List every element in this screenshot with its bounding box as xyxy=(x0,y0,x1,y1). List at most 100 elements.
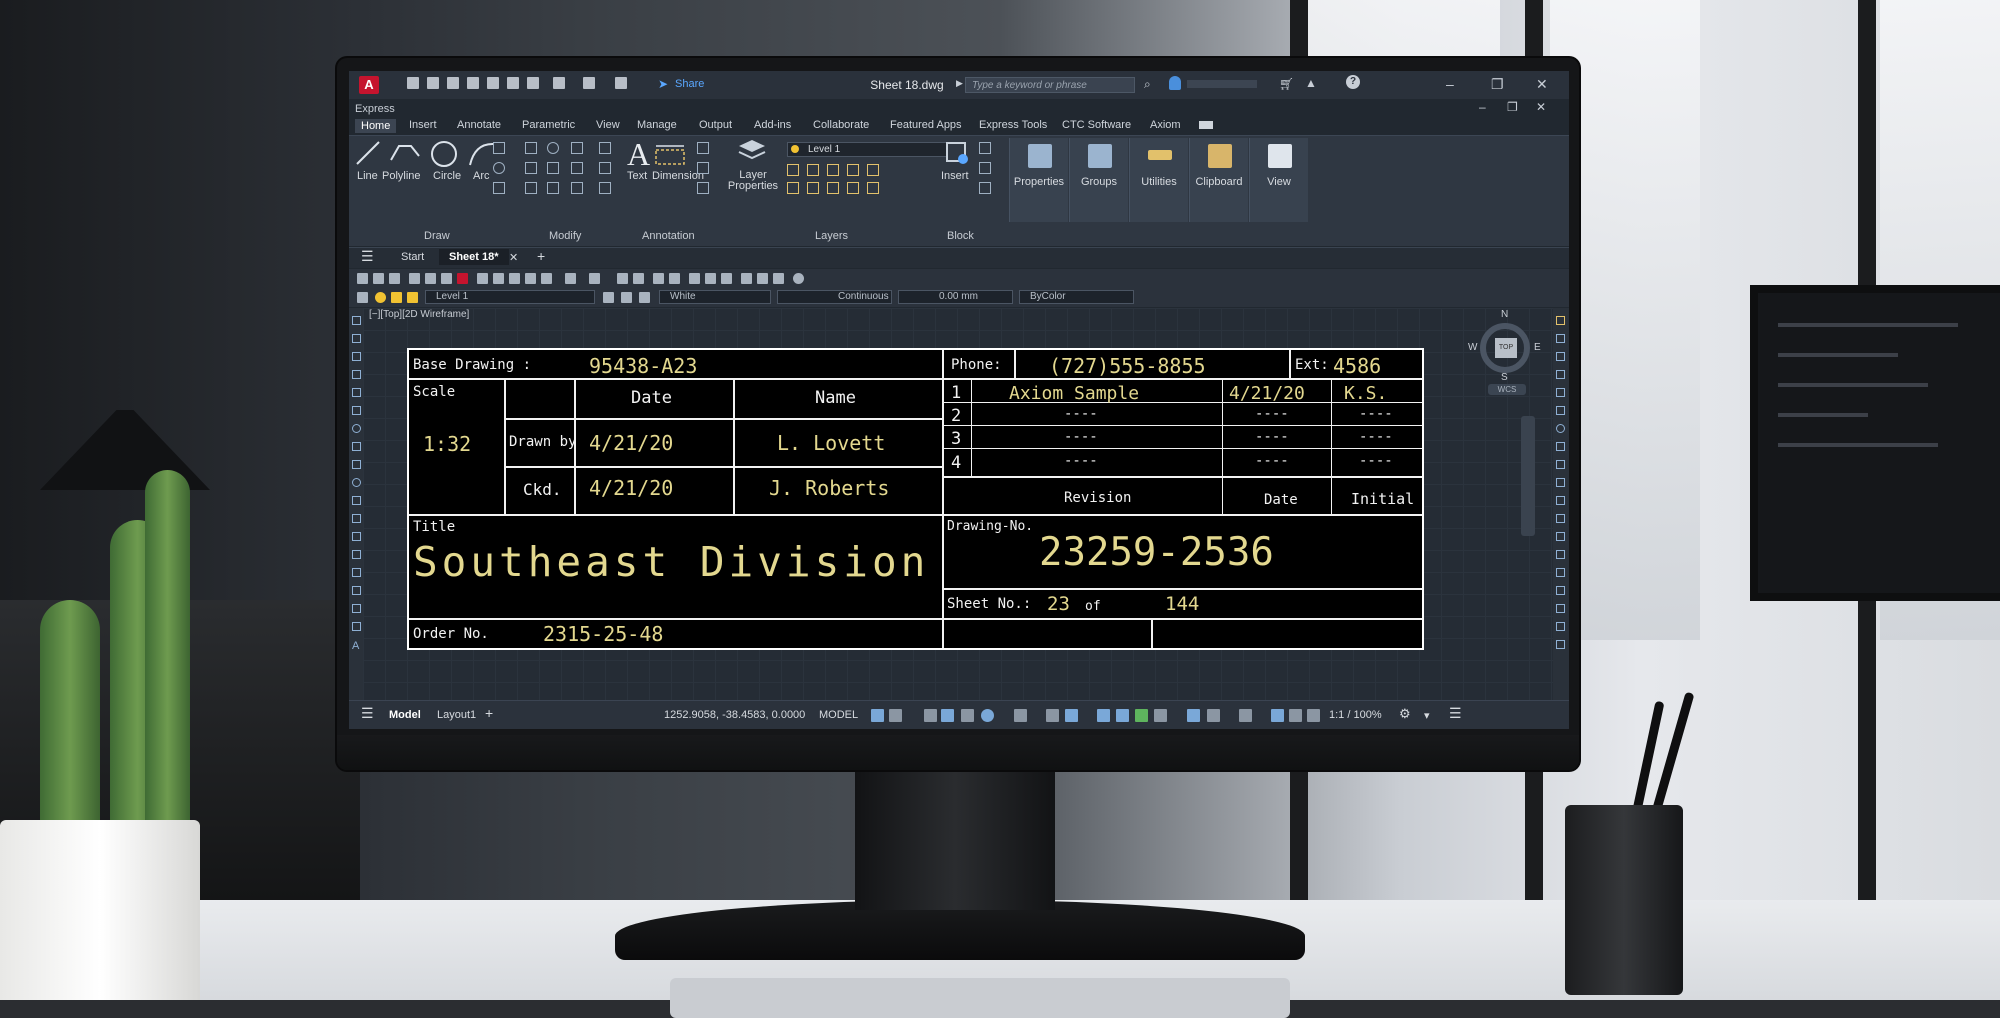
toolbar-icon[interactable] xyxy=(477,273,488,284)
save-icon[interactable] xyxy=(447,77,459,89)
polyline-button[interactable]: Polyline xyxy=(382,170,421,182)
toolbar-icon[interactable] xyxy=(757,273,768,284)
group-draw[interactable]: Draw xyxy=(424,230,450,242)
layer-tool-icon[interactable] xyxy=(867,164,879,176)
close-icon[interactable]: ✕ xyxy=(1536,76,1548,93)
polyline-icon[interactable] xyxy=(389,142,421,164)
save-web-icon[interactable] xyxy=(507,77,519,89)
trim-icon[interactable] xyxy=(1556,478,1565,487)
new-tab-icon[interactable]: + xyxy=(537,248,545,264)
units-icon[interactable] xyxy=(1207,709,1220,722)
undo-icon[interactable] xyxy=(565,273,576,284)
viewcube[interactable]: TOP N S E W WCS xyxy=(1468,308,1548,395)
chevron-right-icon[interactable]: ▶ xyxy=(956,78,963,89)
view-panel[interactable]: View xyxy=(1249,138,1308,222)
move-icon[interactable] xyxy=(525,142,537,154)
wcs-menu[interactable]: WCS xyxy=(1488,384,1526,395)
toolbar-icon[interactable] xyxy=(493,273,504,284)
share-icon[interactable]: ➤ xyxy=(658,77,668,91)
lineweight-icon[interactable] xyxy=(1097,709,1110,722)
gradient-icon[interactable] xyxy=(352,586,361,595)
fillet-icon[interactable] xyxy=(571,162,583,174)
tab-axiom[interactable]: Axiom xyxy=(1150,119,1181,131)
compass-east[interactable]: E xyxy=(1534,342,1541,353)
layer-on-icon[interactable] xyxy=(375,292,386,303)
snap-icon[interactable] xyxy=(889,709,902,722)
copy-icon[interactable] xyxy=(525,162,537,174)
search-input[interactable]: Type a keyword or phrase xyxy=(965,77,1135,93)
compass-west[interactable]: W xyxy=(1468,342,1477,353)
lineweight-select[interactable]: 0.00 mm xyxy=(898,290,1013,304)
hatch-icon[interactable] xyxy=(352,568,361,577)
tab-manage[interactable]: Manage xyxy=(637,119,677,131)
title-block[interactable]: Base Drawing : 95438-A23 Phone: (727)555… xyxy=(407,348,1424,650)
layer-tool-icon[interactable] xyxy=(847,164,859,176)
tab-express-tools[interactable]: Express Tools xyxy=(979,119,1047,131)
hatch-icon[interactable] xyxy=(493,182,505,194)
coordinates-readout[interactable]: 1252.9058, -38.4583, 0.0000 xyxy=(664,709,805,721)
blend-icon[interactable] xyxy=(1556,586,1565,595)
doc-minimize-icon[interactable]: – xyxy=(1479,100,1486,114)
tab-model[interactable]: Model xyxy=(389,709,421,721)
insert-block-icon[interactable] xyxy=(944,140,970,166)
line-button[interactable]: Line xyxy=(357,170,378,182)
explode-icon[interactable] xyxy=(599,162,611,174)
autodesk-a360-icon[interactable]: ▲ xyxy=(1305,76,1317,90)
layer-tool-icon[interactable] xyxy=(827,164,839,176)
close-tab-icon[interactable]: ✕ xyxy=(509,251,518,264)
construction-line-icon[interactable] xyxy=(352,334,361,343)
toolbar-icon[interactable] xyxy=(1556,622,1565,631)
ellipse-arc-icon[interactable] xyxy=(352,496,361,505)
open-file-icon[interactable] xyxy=(427,77,439,89)
copy-icon[interactable] xyxy=(1556,334,1565,343)
layer-tool-icon[interactable] xyxy=(807,182,819,194)
tab-insert[interactable]: Insert xyxy=(409,119,437,131)
dynamic-input-icon[interactable] xyxy=(941,709,954,722)
line-icon[interactable] xyxy=(352,316,361,325)
erase-icon[interactable] xyxy=(1556,316,1565,325)
tab-home[interactable]: Home xyxy=(355,119,397,133)
region-icon[interactable] xyxy=(352,604,361,613)
layer-properties-button[interactable]: Layer Properties xyxy=(727,170,779,192)
open-web-icon[interactable] xyxy=(487,77,499,89)
color-select[interactable]: White xyxy=(659,290,771,304)
group-layers[interactable]: Layers xyxy=(815,230,848,242)
cart-icon[interactable]: 🛒︎ xyxy=(1279,77,1294,91)
share-button[interactable]: Share xyxy=(675,78,704,90)
viewport-controls[interactable]: [−][Top][2D Wireframe] xyxy=(369,309,469,320)
quick-properties-icon[interactable] xyxy=(1239,709,1252,722)
redo-icon[interactable] xyxy=(589,273,600,284)
tab-parametric[interactable]: Parametric xyxy=(522,119,575,131)
menu-icon[interactable]: ☰ xyxy=(361,248,374,265)
rectangle-icon[interactable] xyxy=(352,388,361,397)
help-icon[interactable] xyxy=(793,273,804,284)
circle-icon[interactable] xyxy=(352,424,361,433)
scale-icon[interactable] xyxy=(547,182,559,194)
table-icon[interactable] xyxy=(697,182,709,194)
make-block-icon[interactable] xyxy=(352,532,361,541)
text-button[interactable]: Text xyxy=(627,170,647,182)
auto-scale-icon[interactable] xyxy=(1307,709,1320,722)
circle-icon[interactable] xyxy=(429,139,459,169)
chevron-down-icon[interactable]: ▾ xyxy=(1424,709,1430,722)
toolbar-icon[interactable] xyxy=(509,273,520,284)
table-icon[interactable] xyxy=(352,622,361,631)
gear-icon[interactable]: ⚙ xyxy=(1399,706,1411,722)
compass-south[interactable]: S xyxy=(1501,372,1508,383)
break-icon[interactable] xyxy=(1556,514,1565,523)
maximize-icon[interactable]: ❐ xyxy=(1491,76,1504,93)
customization-icon[interactable]: ☰ xyxy=(1449,705,1462,722)
layer-properties-icon[interactable] xyxy=(737,138,767,164)
offset-icon[interactable] xyxy=(1556,370,1565,379)
erase-icon[interactable] xyxy=(599,142,611,154)
insert-block-icon[interactable] xyxy=(352,514,361,523)
clipboard-panel[interactable]: Clipboard xyxy=(1189,138,1248,222)
tab-overflow-icon[interactable] xyxy=(1199,121,1213,129)
toolbar-icon[interactable] xyxy=(639,292,650,303)
tab-add-ins[interactable]: Add-ins xyxy=(754,119,791,131)
layer-freeze-icon[interactable] xyxy=(391,292,402,303)
express-menu[interactable]: Express xyxy=(355,103,395,115)
help-icon[interactable]: ? xyxy=(1346,75,1360,89)
toolbar-icon[interactable] xyxy=(441,273,452,284)
toolbar-icon[interactable] xyxy=(621,292,632,303)
